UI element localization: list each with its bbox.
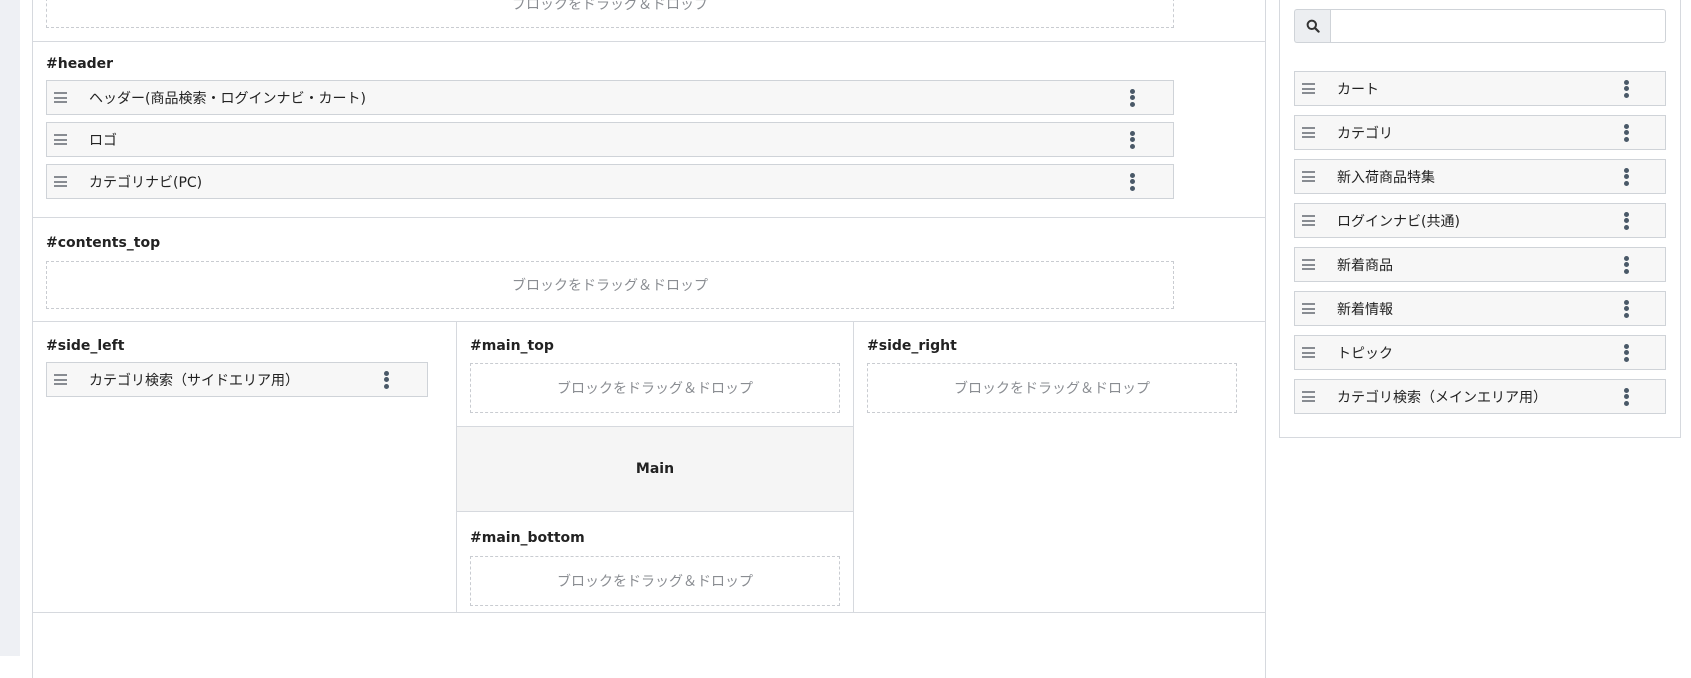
block-label: 新入荷商品特集 [1337,169,1435,186]
section-label: #side_left [46,338,125,354]
more-vertical-icon[interactable] [1623,387,1629,406]
section-top-partial: ブロックをドラッグ＆ドロップ [33,0,1265,42]
layout-canvas: ブロックをドラッグ＆ドロップ #header ヘッダー(商品検索・ログインナビ・… [32,0,1266,678]
block-label: カテゴリナビ(PC) [89,174,203,191]
drag-handle-icon[interactable] [54,176,67,187]
library-block-item[interactable]: カテゴリ検索（メインエリア用） [1294,379,1666,414]
block-item[interactable]: カテゴリ検索（サイドエリア用） [46,362,428,397]
more-vertical-icon[interactable] [1623,123,1629,142]
drag-handle-icon[interactable] [1302,391,1315,402]
section-header: #header ヘッダー(商品検索・ログインナビ・カート) ロゴ カテゴリナビ(… [33,42,1265,218]
more-vertical-icon[interactable] [1129,88,1135,107]
section-label: #side_right [867,338,957,354]
dropzone-text: ブロックをドラッグ＆ドロップ [557,381,753,397]
search-icon [1306,19,1320,33]
more-vertical-icon[interactable] [1623,167,1629,186]
block-library-panel: カート カテゴリ 新入荷商品特集 ログインナビ(共通) 新着商品 新着情報 トピ… [1279,0,1681,438]
drag-handle-icon[interactable] [54,92,67,103]
section-label: #main_top [470,338,554,354]
block-item[interactable]: ヘッダー(商品検索・ログインナビ・カート) [46,80,1174,115]
main-area: Main [457,426,853,512]
more-vertical-icon[interactable] [1623,211,1629,230]
search-button[interactable] [1294,9,1330,43]
drag-handle-icon[interactable] [1302,303,1315,314]
section-label: #main_bottom [470,530,585,546]
more-vertical-icon[interactable] [1623,255,1629,274]
block-label: カート [1337,81,1379,98]
dropzone-text: ブロックをドラッグ＆ドロップ [954,381,1150,397]
block-label: 新着情報 [1337,301,1393,318]
block-label: ヘッダー(商品検索・ログインナビ・カート) [89,90,366,107]
library-block-item[interactable]: トピック [1294,335,1666,370]
block-label: ロゴ [89,132,117,149]
search-input[interactable] [1330,9,1666,43]
dropzone-text: ブロックをドラッグ＆ドロップ [512,0,708,13]
library-block-item[interactable]: 新着商品 [1294,247,1666,282]
section-columns: #side_left カテゴリ検索（サイドエリア用） #main_top ブロッ… [33,322,1265,613]
drag-handle-icon[interactable] [54,134,67,145]
more-vertical-icon[interactable] [383,370,389,389]
main-label: Main [635,461,675,477]
section-label: #header [46,56,114,72]
library-block-item[interactable]: カテゴリ [1294,115,1666,150]
library-block-item[interactable]: カート [1294,71,1666,106]
dropzone-text: ブロックをドラッグ＆ドロップ [512,278,708,294]
library-block-item[interactable]: 新着情報 [1294,291,1666,326]
more-vertical-icon[interactable] [1623,79,1629,98]
dropzone-text: ブロックをドラッグ＆ドロップ [557,574,753,590]
block-label: トピック [1337,345,1393,362]
block-item[interactable]: ロゴ [46,122,1174,157]
more-vertical-icon[interactable] [1129,130,1135,149]
dropzone[interactable]: ブロックをドラッグ＆ドロップ [46,261,1174,309]
block-label: カテゴリ検索（サイドエリア用） [89,372,299,389]
block-search [1294,9,1666,43]
drag-handle-icon[interactable] [1302,347,1315,358]
block-label: カテゴリ [1337,125,1393,142]
drag-handle-icon[interactable] [54,374,67,385]
section-contents-top: #contents_top ブロックをドラッグ＆ドロップ [33,218,1265,322]
more-vertical-icon[interactable] [1623,343,1629,362]
column-divider [853,322,854,613]
block-label: カテゴリ検索（メインエリア用） [1337,389,1547,406]
drag-handle-icon[interactable] [1302,83,1315,94]
drag-handle-icon[interactable] [1302,259,1315,270]
drag-handle-icon[interactable] [1302,127,1315,138]
block-label: ログインナビ(共通) [1337,213,1460,230]
block-label: 新着商品 [1337,257,1393,274]
more-vertical-icon[interactable] [1623,299,1629,318]
dropzone[interactable]: ブロックをドラッグ＆ドロップ [867,363,1237,413]
dropzone[interactable]: ブロックをドラッグ＆ドロップ [46,0,1174,28]
dropzone[interactable]: ブロックをドラッグ＆ドロップ [470,363,840,413]
block-item[interactable]: カテゴリナビ(PC) [46,164,1174,199]
library-block-item[interactable]: 新入荷商品特集 [1294,159,1666,194]
library-block-item[interactable]: ログインナビ(共通) [1294,203,1666,238]
more-vertical-icon[interactable] [1129,172,1135,191]
drag-handle-icon[interactable] [1302,215,1315,226]
dropzone[interactable]: ブロックをドラッグ＆ドロップ [470,556,840,606]
section-label: #contents_top [46,235,161,251]
left-sidebar-strip [0,0,20,656]
drag-handle-icon[interactable] [1302,171,1315,182]
